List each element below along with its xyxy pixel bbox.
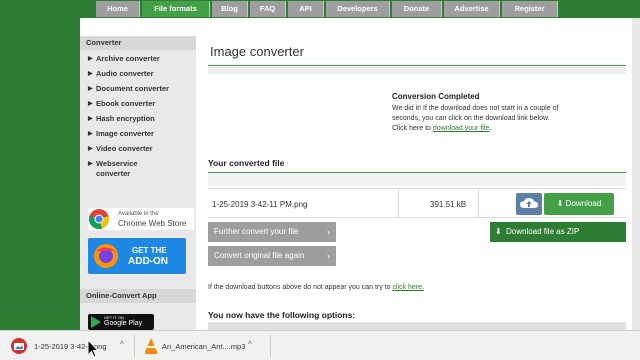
sidebar-link-label: Hash encryption [96, 114, 155, 123]
converted-file-heading: Your converted file [208, 158, 285, 168]
download-item-mp3[interactable]: An_American_Ant....mp3 ^ [138, 335, 266, 357]
further-convert-button[interactable]: Further convert your file › [208, 222, 336, 242]
file-name: 1-25-2019 3-42-11 PM.png [212, 200, 308, 209]
chevron-right-icon: ▶ [88, 86, 93, 92]
options-heading: You now have the following options: [208, 310, 356, 320]
chrome-badge-line2: Chrome Web Store [118, 219, 187, 228]
download-icon: ⬇ [495, 227, 502, 236]
sidebar-link-hash[interactable]: ▶ Hash encryption [88, 114, 155, 124]
chevron-right-icon: ▶ [88, 161, 93, 167]
nav-advertise[interactable]: Advertise [444, 1, 500, 17]
page-title: Image converter [210, 44, 304, 59]
sidebar-link-label: Webservice converter [96, 159, 138, 178]
chevron-right-icon: ▶ [88, 146, 93, 152]
download-zip-button[interactable]: ⬇ Download file as ZIP [490, 222, 626, 242]
chevron-up-icon[interactable]: ^ [120, 340, 124, 349]
sidebar-link-label: Document converter [96, 84, 169, 93]
top-navigation: Home File formats Blog FAQ API Developer… [80, 0, 640, 18]
download-icon: ⬇ [556, 199, 564, 208]
download-item-png[interactable]: 1-25-2019 3-42-...png ^ [4, 335, 132, 357]
sidebar-link-image[interactable]: ▶ Image converter [88, 129, 154, 139]
image-file-icon [11, 338, 27, 354]
chrome-icon [89, 209, 109, 229]
sidebar-link-audio[interactable]: ▶ Audio converter [88, 69, 154, 79]
download-button[interactable]: ⬇ Download [544, 193, 614, 215]
chevron-right-icon: ▶ [88, 71, 93, 77]
chrome-badge-line1: Available in the [118, 211, 159, 217]
trouble-message: If the download buttons above do not app… [208, 284, 424, 291]
chevron-right-icon: ▶ [88, 131, 93, 137]
page-background-left [0, 0, 80, 330]
conversion-message: We did it! If the download does not star… [392, 104, 562, 134]
sidebar-heading: Converter [80, 36, 196, 50]
chevron-right-icon: › [327, 227, 330, 237]
firefox-badge-line1: GET THE [132, 246, 167, 255]
divider [398, 189, 399, 217]
trouble-text: If the download buttons above do not app… [208, 284, 393, 291]
google-play-badge[interactable]: GET IT ON Google Play [88, 314, 154, 330]
sidebar-link-video[interactable]: ▶ Video converter [88, 144, 153, 154]
chevron-right-icon: › [327, 251, 330, 261]
conversion-title: Conversion Completed [392, 92, 480, 101]
sidebar-link-ebook[interactable]: ▶ Ebook converter [88, 99, 155, 109]
download-your-file-link[interactable]: download your file [433, 125, 489, 132]
chrome-web-store-badge[interactable]: Available in the Chrome Web Store [88, 208, 194, 230]
further-convert-label: Further convert your file [214, 227, 299, 236]
download-zip-label: Download file as ZIP [506, 227, 580, 236]
firefox-addon-badge[interactable]: GET THE ADD-ON [88, 238, 186, 274]
chevron-right-icon: ▶ [88, 101, 93, 107]
nav-donate[interactable]: Donate [392, 1, 442, 17]
nav-developers[interactable]: Developers [326, 1, 390, 17]
google-play-icon [91, 316, 101, 328]
title-gray-bar [208, 67, 626, 74]
page-background-right [632, 0, 640, 330]
vlc-icon [145, 338, 157, 354]
sidebar-link-webservice[interactable]: ▶ Webservice converter [88, 159, 158, 179]
download-item-name: An_American_Ant....mp3 [162, 342, 246, 351]
nav-api[interactable]: API [288, 1, 324, 17]
nav-home[interactable]: Home [96, 1, 140, 17]
sidebar-link-label: Image converter [96, 129, 154, 138]
chevron-right-icon: ▶ [88, 56, 93, 62]
sidebar-link-label: Archive converter [96, 54, 160, 63]
firefox-badge-line2: ADD-ON [128, 256, 168, 267]
chevron-right-icon: ▶ [88, 116, 93, 122]
convert-again-label: Convert original file again [214, 251, 305, 260]
cloud-upload-icon [520, 198, 538, 208]
convert-again-button[interactable]: Convert original file again › [208, 246, 336, 266]
click-here-link[interactable]: click here. [392, 284, 424, 291]
nav-faq[interactable]: FAQ [250, 1, 286, 17]
converted-file-divider [208, 172, 626, 173]
sidebar-link-document[interactable]: ▶ Document converter [88, 84, 169, 94]
divider [134, 335, 135, 357]
download-button-label: Download [565, 199, 602, 208]
sidebar-link-label: Ebook converter [96, 99, 156, 108]
firefox-icon [94, 244, 118, 268]
nav-blog[interactable]: Blog [212, 1, 248, 17]
download-shelf: 1-25-2019 3-42-...png ^ An_American_Ant.… [0, 330, 640, 360]
divider [478, 189, 479, 217]
sidebar-link-archive[interactable]: ▶ Archive converter [88, 54, 160, 64]
sidebar-link-label: Video converter [96, 144, 153, 153]
mouse-cursor-icon [87, 339, 100, 358]
cloud-upload-button[interactable] [516, 193, 542, 215]
file-row: 1-25-2019 3-42-11 PM.png 391.51 kB ⬇ Dow… [208, 188, 626, 218]
sidebar-link-label: Audio converter [96, 69, 154, 78]
divider [270, 335, 271, 357]
converted-file-gray-bar [208, 174, 626, 186]
nav-file-formats[interactable]: File formats [142, 1, 210, 17]
app-heading: Online-Convert App [80, 289, 196, 303]
sidebar: Converter ▶ Archive converter ▶ Audio co… [80, 36, 196, 330]
file-size: 391.51 kB [430, 200, 467, 209]
gplay-badge-line2: Google Play [104, 320, 143, 327]
conversion-message-end: . [489, 125, 492, 132]
chevron-up-icon[interactable]: ^ [248, 340, 252, 349]
nav-register[interactable]: Register [502, 1, 558, 17]
title-divider [208, 65, 626, 66]
options-gray-bar [208, 322, 626, 330]
